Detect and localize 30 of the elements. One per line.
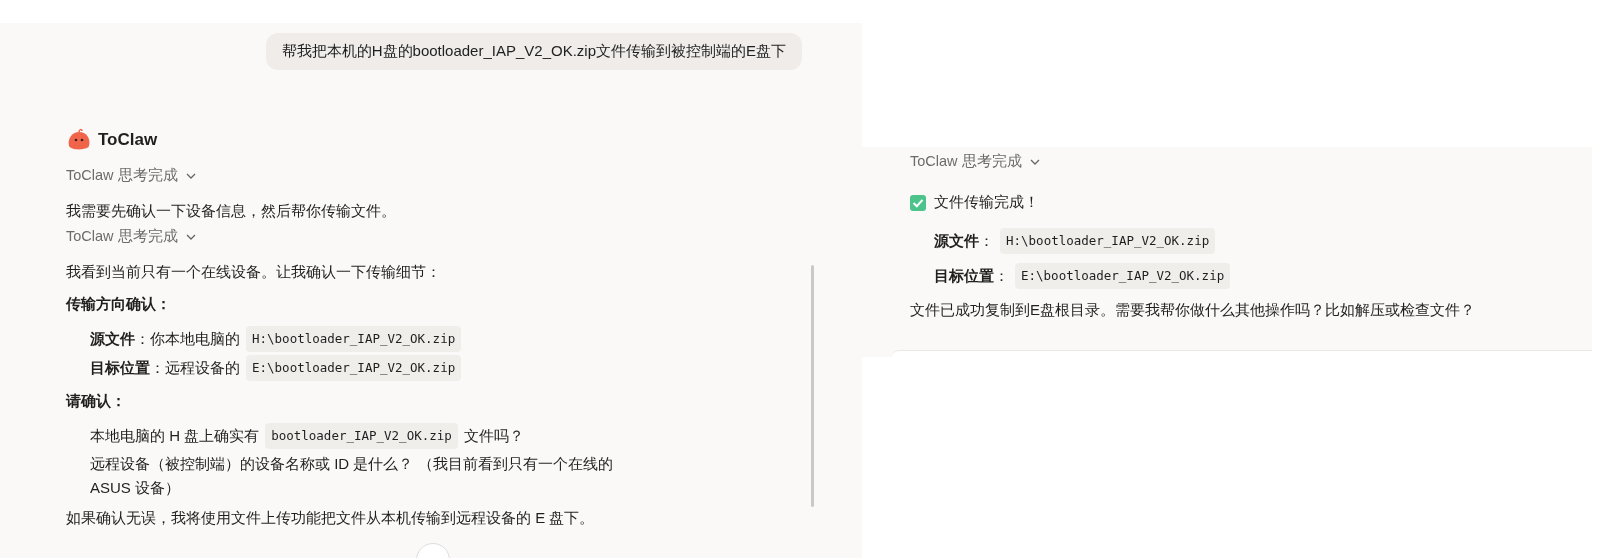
list-item-text: 目标位置：远程设备的 [90,358,240,378]
message-text: 如果确认无误，我将使用文件上传功能把文件从本机传输到远程设备的 E 盘下。 [66,508,595,528]
checkmark-icon [910,194,926,211]
list-item-text: 源文件：你本地电脑的 [90,329,240,349]
list-item-text: 文件吗？ [463,426,524,446]
user-message: 帮我把本机的H盘的bootloader_IAP_V2_OK.zip文件传输到被控制端的E盘下 [265,33,802,70]
section-heading: 请确认： [66,391,127,411]
chevron-down-icon [1029,158,1040,165]
message-text: 文件已成功复制到E盘根目录。需要我帮你做什么其他操作吗？比如解压或检查文件？ [910,300,1475,320]
file-path: bootloader_IAP_V2_OK.zip [265,423,458,449]
status-text: 文件传输完成！ [934,193,1039,212]
file-path: H:\bootloader_IAP_V2_OK.zip [246,326,462,352]
chevron-down-icon [185,172,196,179]
chevron-down-icon [185,233,196,240]
thinking-toggle[interactable]: ToClaw 思考完成 [66,166,196,185]
list-item-text: 远程设备（被控制端）的设备名称或 ID 是什么？ （我目前看到只有一个在线的 ASUS 设备） [90,454,614,498]
list-item-text: 源文件： [934,231,994,251]
message-text: 我看到当前只有一个在线设备。让我确认一下传输细节： [66,262,441,282]
list-item-text: 本地电脑的 H 盘上确实有 [90,426,260,446]
thinking-toggle[interactable]: ToClaw 思考完成 [66,227,196,246]
file-path: E:\bootloader_IAP_V2_OK.zip [246,355,462,381]
thinking-toggle[interactable]: ToClaw 思考完成 [910,152,1040,171]
section-heading: 传输方向确认： [66,294,172,314]
file-path: H:\bootloader_IAP_V2_OK.zip [1000,228,1216,254]
mascot-icon [66,128,92,152]
message-text: 我需要先确认一下设备信息，然后帮你传输文件。 [66,201,396,221]
file-path: E:\bootloader_IAP_V2_OK.zip [1015,263,1231,289]
assistant-name: ToClaw [98,130,158,150]
scrollbar[interactable] [811,265,814,507]
list-item-text: 目标位置： [934,266,1009,286]
